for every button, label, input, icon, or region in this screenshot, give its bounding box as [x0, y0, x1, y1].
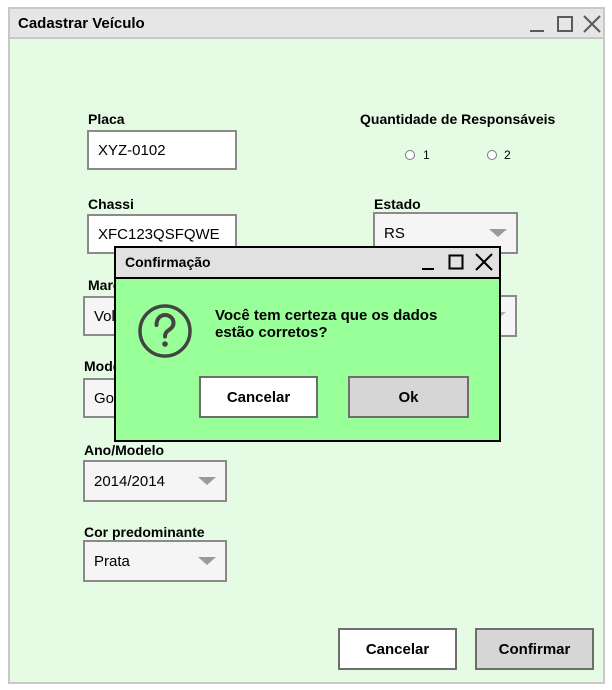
- cor-select[interactable]: Prata: [83, 540, 227, 582]
- dialog-title: Confirmação: [125, 254, 211, 270]
- minimize-icon[interactable]: [526, 13, 548, 35]
- dialog-ok-button[interactable]: Ok: [348, 376, 469, 418]
- cor-value: Prata: [94, 552, 130, 570]
- confirm-button[interactable]: Confirmar: [475, 628, 594, 670]
- chassi-value: XFC123QSFQWE: [98, 225, 220, 243]
- chevron-down-icon: [198, 557, 216, 565]
- ano-modelo-label: Ano/Modelo: [84, 442, 165, 458]
- dialog-cancel-button[interactable]: Cancelar: [199, 376, 318, 418]
- responsaveis-option-2: 2: [504, 148, 511, 162]
- dialog-ok-label: Ok: [398, 388, 419, 406]
- dialog-message-line-1: Você tem certeza que os dados: [215, 307, 438, 324]
- close-icon[interactable]: [581, 13, 603, 35]
- responsaveis-radio-2[interactable]: [487, 150, 497, 160]
- chevron-down-icon: [198, 477, 216, 485]
- cancel-button-label: Cancelar: [365, 640, 430, 658]
- ano-modelo-value: 2014/2014: [94, 472, 165, 490]
- dialog-cancel-label: Cancelar: [226, 388, 291, 406]
- dialog-message-line-2: estão corretos?: [215, 324, 328, 341]
- maximize-icon[interactable]: [446, 252, 466, 272]
- window-title: Cadastrar Veículo: [18, 15, 145, 32]
- question-icon: [138, 304, 192, 358]
- close-icon[interactable]: [473, 251, 495, 273]
- estado-value: RS: [384, 224, 405, 242]
- responsaveis-option-1: 1: [423, 148, 430, 162]
- estado-label: Estado: [374, 196, 421, 212]
- responsaveis-radio-1[interactable]: [405, 150, 415, 160]
- placa-value: XYZ-0102: [98, 141, 166, 159]
- chevron-down-icon: [489, 229, 507, 237]
- placa-label: Placa: [88, 111, 125, 127]
- placa-field[interactable]: XYZ-0102: [87, 130, 237, 170]
- dialog-message: Você tem certeza que os dados estão corr…: [215, 307, 485, 341]
- maximize-icon[interactable]: [554, 13, 576, 35]
- cor-label: Cor predominante: [84, 524, 205, 540]
- ano-modelo-select[interactable]: 2014/2014: [83, 460, 227, 502]
- confirm-button-label: Confirmar: [498, 640, 571, 658]
- chassi-label: Chassi: [88, 196, 134, 212]
- cancel-button[interactable]: Cancelar: [338, 628, 457, 670]
- responsaveis-label: Quantidade de Responsáveis: [360, 111, 556, 127]
- minimize-icon[interactable]: [418, 252, 438, 272]
